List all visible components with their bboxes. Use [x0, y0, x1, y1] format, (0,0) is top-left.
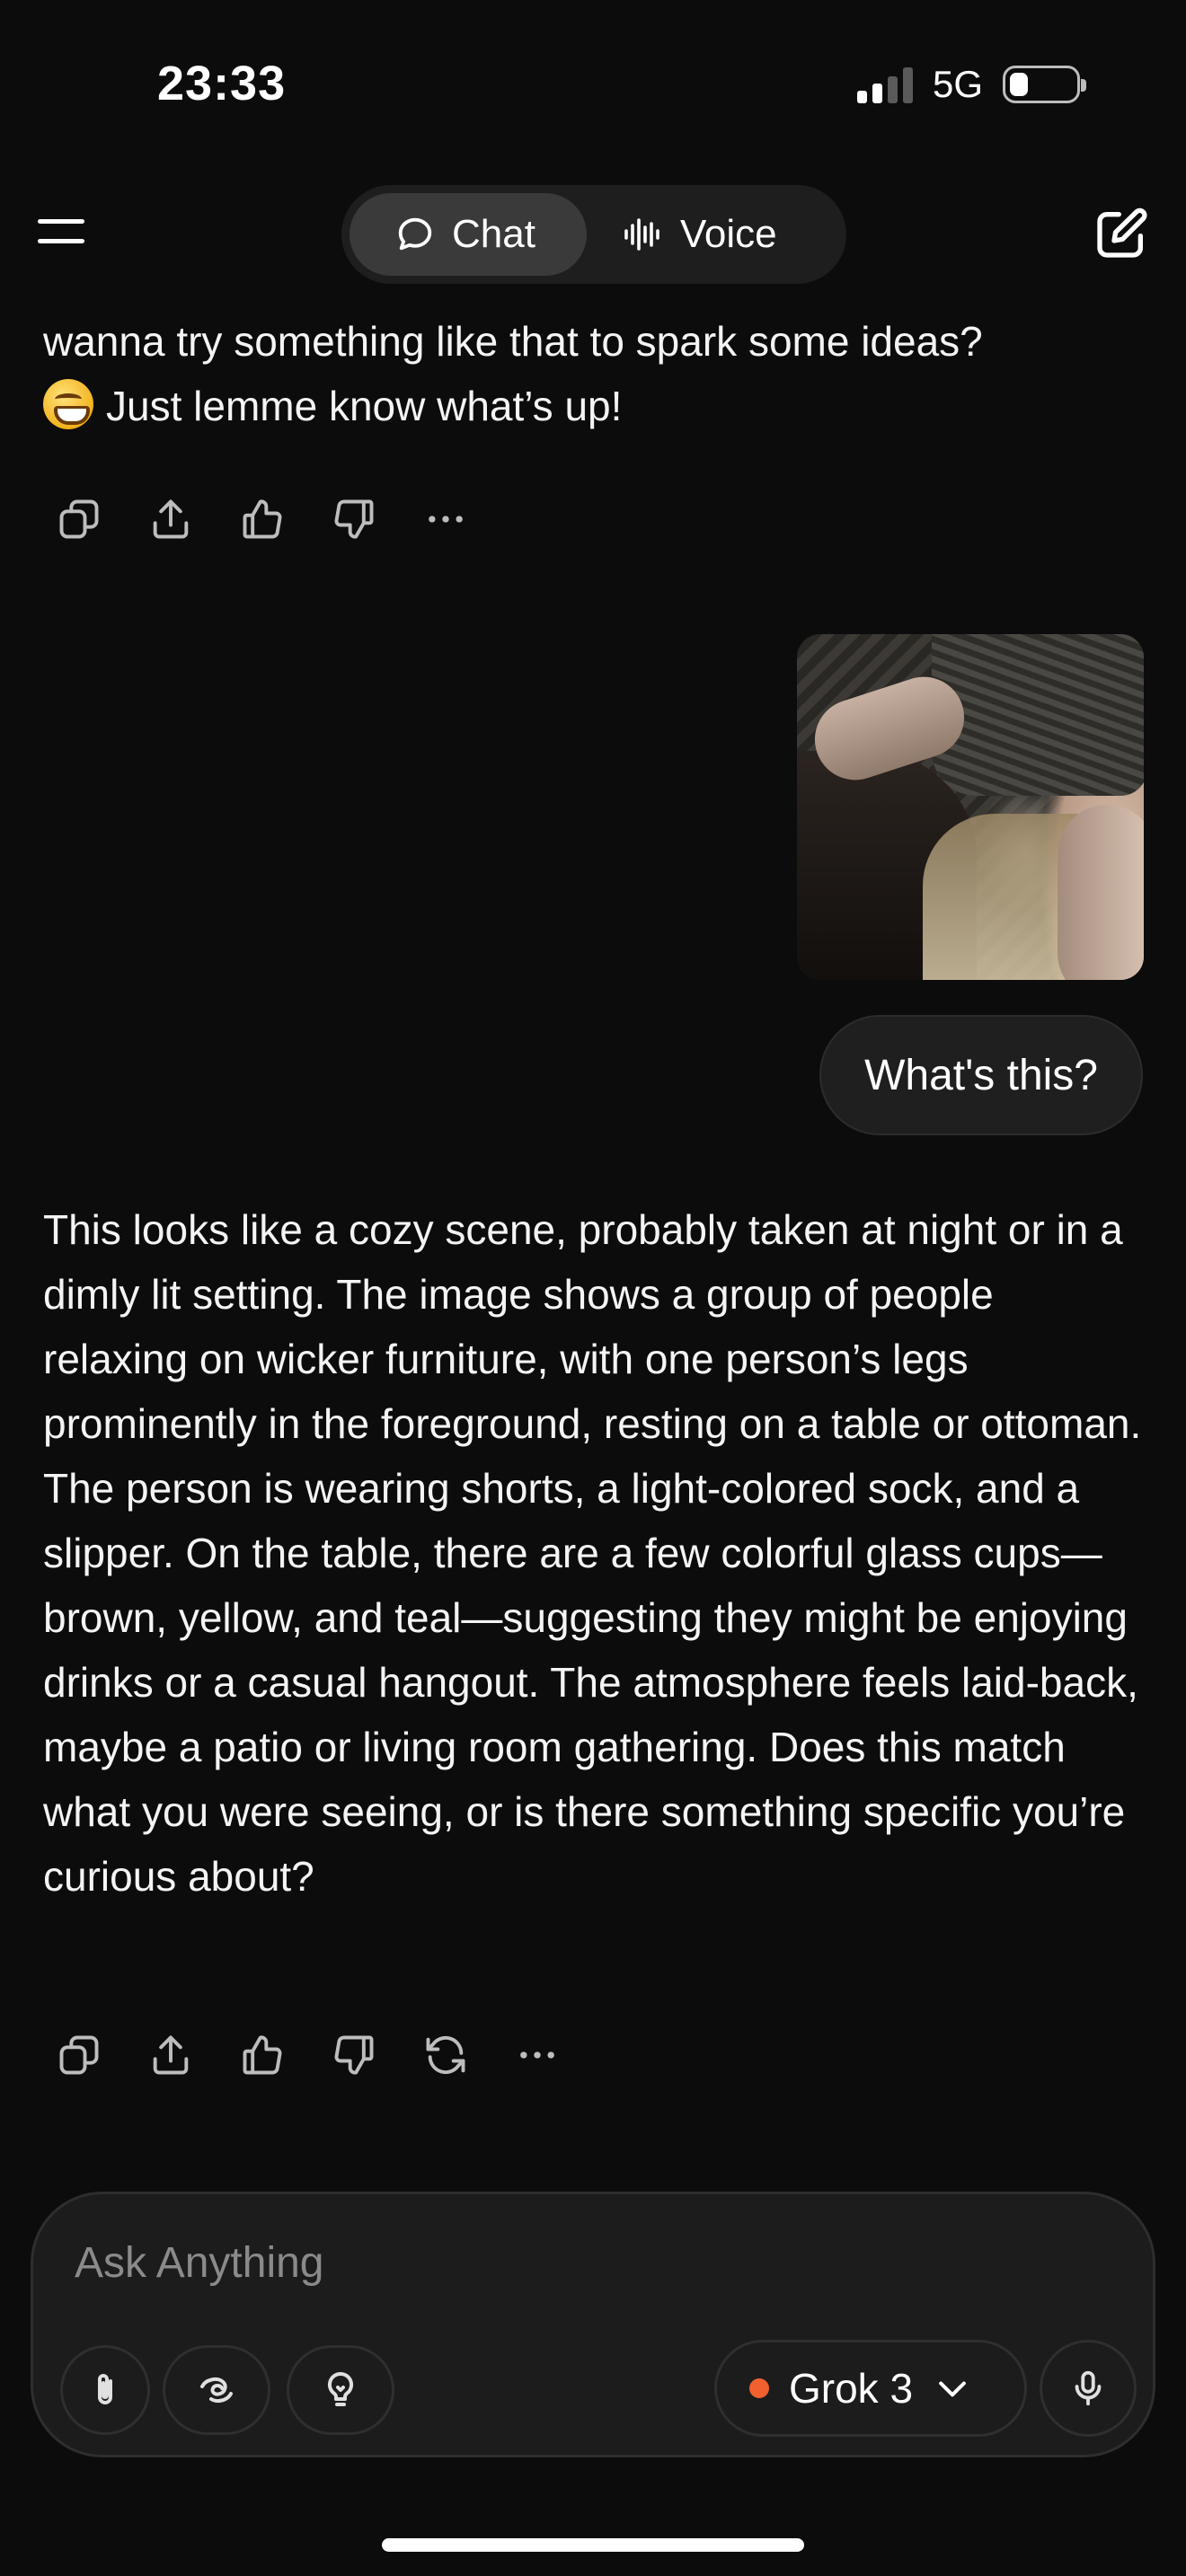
model-name: Grok 3 — [789, 2365, 914, 2412]
more-options-button[interactable] — [514, 2032, 561, 2078]
tab-voice-label: Voice — [680, 212, 777, 256]
ellipsis-icon — [520, 2051, 554, 2059]
microphone-icon — [1075, 2370, 1102, 2406]
thumbs-down-icon — [334, 499, 374, 539]
mode-switch: Chat Voice — [341, 185, 846, 284]
chat-bubble-icon — [398, 217, 432, 251]
regenerate-button[interactable] — [422, 2032, 469, 2078]
menu-icon-line — [38, 239, 84, 243]
user-attached-photo[interactable] — [797, 634, 1144, 980]
share-icon — [153, 499, 189, 539]
model-selector[interactable]: Grok 3 — [714, 2340, 1027, 2437]
message-actions — [56, 496, 469, 543]
attach-button[interactable] — [60, 2345, 150, 2435]
deepsearch-button[interactable] — [163, 2345, 270, 2435]
assistant-reply-text: This looks like a cozy scene, probably t… — [43, 1206, 1142, 1900]
thumbs-down-button[interactable] — [331, 2032, 377, 2078]
ask-input[interactable] — [75, 2230, 1063, 2295]
voice-input-button[interactable] — [1040, 2340, 1137, 2437]
waveform-icon — [624, 218, 659, 251]
thumbs-down-button[interactable] — [331, 496, 377, 543]
menu-icon — [38, 219, 84, 224]
copy-icon — [59, 499, 99, 539]
lightbulb-icon — [327, 2371, 354, 2406]
reply-actions — [56, 2032, 561, 2078]
model-status-dot — [749, 2378, 769, 2398]
previous-reply-text: wanna try something like that to spark s… — [43, 309, 1148, 438]
thumbs-up-button[interactable] — [239, 496, 286, 543]
chevron-down-icon — [939, 2381, 966, 2397]
previous-reply-line-text: Just lemme know what’s up! — [106, 383, 623, 429]
status-indicators: 5G — [856, 63, 1086, 106]
think-button[interactable] — [287, 2345, 394, 2435]
previous-reply-line: wanna try something like that to spark s… — [43, 318, 983, 365]
home-indicator[interactable] — [382, 2538, 804, 2552]
share-button[interactable] — [147, 2032, 194, 2078]
thumbs-up-button[interactable] — [239, 2032, 286, 2078]
previous-reply-line: Just lemme know what’s up! — [43, 374, 1148, 438]
copy-button[interactable] — [56, 496, 102, 543]
battery-icon — [1003, 66, 1086, 103]
swirl-icon — [200, 2378, 233, 2403]
status-time: 23:33 — [157, 57, 287, 110]
new-chat-button[interactable] — [1093, 205, 1150, 262]
refresh-icon — [426, 2035, 465, 2075]
user-message-bubble: What's this? — [819, 1015, 1143, 1135]
thumbs-up-icon — [243, 2035, 282, 2075]
chat-screen: 23:33 5G Chat Voice wanna try something … — [0, 0, 1186, 2576]
more-options-button[interactable] — [422, 496, 469, 543]
menu-button[interactable] — [34, 212, 88, 251]
share-button[interactable] — [147, 496, 194, 543]
thumbs-up-icon — [243, 499, 282, 539]
grinning-face-emoji — [43, 379, 93, 429]
copy-button[interactable] — [56, 2032, 102, 2078]
share-icon — [153, 2035, 189, 2075]
composer: Grok 3 — [31, 2192, 1155, 2457]
tab-chat-label: Chat — [452, 212, 535, 256]
copy-icon — [59, 2035, 99, 2075]
thumbs-down-icon — [334, 2035, 374, 2075]
photo-foreground-leg — [1058, 805, 1144, 980]
network-type: 5G — [932, 63, 983, 105]
paperclip-icon — [98, 2374, 112, 2404]
ellipsis-icon — [429, 516, 463, 523]
cellular-signal-icon — [856, 66, 913, 103]
tab-voice[interactable]: Voice — [587, 193, 777, 276]
tab-chat[interactable]: Chat — [350, 193, 587, 276]
compose-icon — [1097, 207, 1147, 258]
